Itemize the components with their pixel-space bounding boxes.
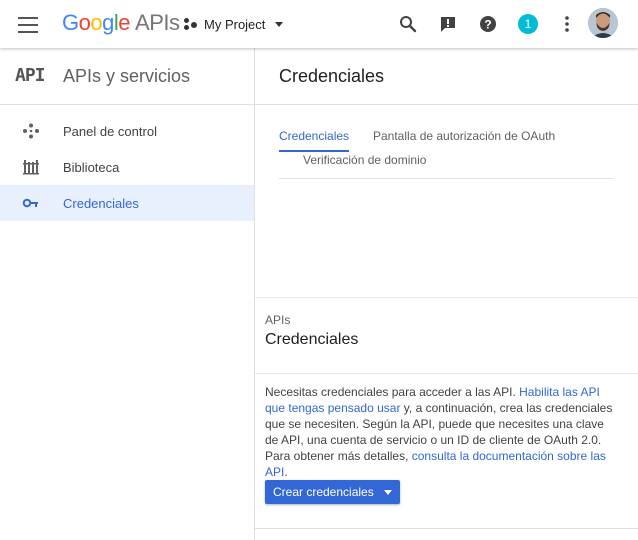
api-logo: API — [15, 65, 45, 86]
top-app-bar: Google APIs My Project ? 1 — [0, 0, 638, 48]
create-credentials-button[interactable]: Crear credenciales — [265, 480, 400, 504]
feedback-icon[interactable] — [438, 14, 458, 34]
sidebar-title[interactable]: APIs y servicios — [63, 66, 190, 87]
user-photo-icon — [588, 8, 618, 38]
library-icon — [23, 160, 39, 175]
card-overline: APIs — [265, 313, 291, 327]
menu-icon[interactable] — [18, 14, 40, 33]
main-header: Credenciales — [255, 48, 638, 105]
sidebar-item-credenciales[interactable]: Credenciales — [0, 185, 254, 221]
sidebar-item-label: Biblioteca — [63, 159, 120, 175]
chevron-down-icon — [383, 489, 392, 495]
notifications-badge[interactable]: 1 — [518, 14, 538, 34]
avatar[interactable] — [588, 8, 618, 38]
project-selector[interactable]: My Project — [184, 14, 284, 34]
tab-pantalla-autorizacion-oauth[interactable]: Pantalla de autorización de OAuth — [373, 129, 555, 143]
tab-verificacion-dominio[interactable]: Verificación de dominio — [303, 153, 426, 167]
key-icon — [22, 198, 38, 208]
sidebar-item-label: Credenciales — [63, 195, 139, 211]
dashboard-icon — [23, 123, 39, 139]
more-vert-icon[interactable] — [557, 14, 577, 34]
tab-bar: Credenciales Pantalla de autorización de… — [279, 129, 613, 179]
card-description: Necesitas credenciales para acceder a la… — [265, 385, 613, 479]
main-content: Credenciales Credenciales Pantalla de au… — [255, 48, 638, 540]
divider — [255, 373, 638, 374]
svg-text:?: ? — [484, 18, 491, 32]
active-tab-indicator — [279, 150, 349, 152]
sidebar-nav: Panel de control Biblioteca Credenciales — [0, 105, 254, 221]
project-icon — [184, 17, 198, 31]
sidebar-item-biblioteca[interactable]: Biblioteca — [0, 149, 254, 185]
search-icon[interactable] — [398, 14, 418, 34]
chevron-down-icon — [275, 21, 284, 27]
sidebar: API APIs y servicios Panel de control Bi… — [0, 48, 255, 540]
project-name: My Project — [204, 16, 266, 32]
help-icon[interactable]: ? — [478, 14, 498, 34]
google-apis-logo[interactable]: Google APIs — [62, 10, 180, 36]
credentials-empty-card: APIs Credenciales Necesitas credenciales… — [255, 297, 638, 529]
sidebar-item-panel-de-control[interactable]: Panel de control — [0, 113, 254, 149]
page-title: Credenciales — [279, 66, 385, 86]
sidebar-header: API APIs y servicios — [0, 48, 254, 105]
card-title: Credenciales — [265, 331, 359, 348]
tab-credenciales[interactable]: Credenciales — [279, 129, 349, 143]
sidebar-item-label: Panel de control — [63, 123, 157, 139]
